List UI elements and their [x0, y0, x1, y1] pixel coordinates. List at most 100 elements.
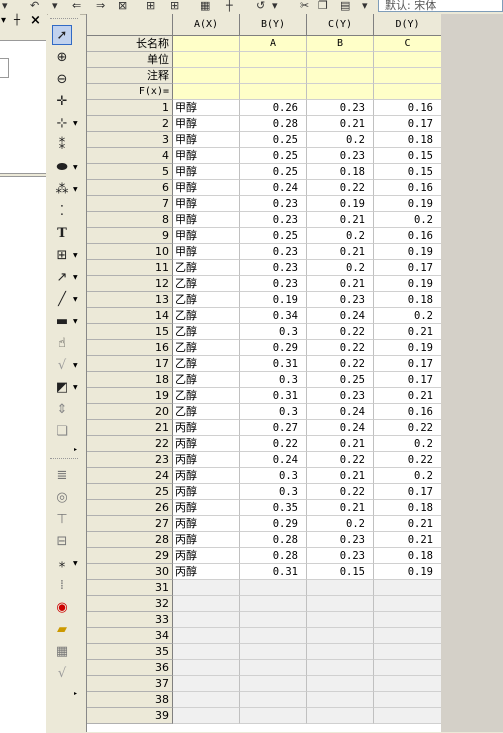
- table-cell[interactable]: [374, 580, 442, 596]
- row-header[interactable]: 3: [87, 132, 173, 148]
- table-cell[interactable]: 0.24: [307, 404, 374, 420]
- table-cell[interactable]: 0.21: [307, 276, 374, 292]
- table-cell[interactable]: 乙醇: [173, 356, 240, 372]
- dropdown-icon[interactable]: ▾: [272, 0, 278, 12]
- table-cell[interactable]: [173, 596, 240, 612]
- row-header[interactable]: 39: [87, 708, 173, 724]
- table-cell[interactable]: 乙醇: [173, 404, 240, 420]
- table-cell[interactable]: 0.16: [374, 180, 442, 196]
- mask-icon[interactable]: ⁂: [52, 180, 72, 200]
- row-header[interactable]: 26: [87, 500, 173, 516]
- data-reader-icon[interactable]: ⁑: [52, 136, 72, 156]
- add-icon[interactable]: ⊞: [170, 0, 179, 12]
- table-cell[interactable]: [374, 644, 442, 660]
- table-cell[interactable]: [307, 628, 374, 644]
- row-header[interactable]: 31: [87, 580, 173, 596]
- meta-row-header[interactable]: F(x)=: [87, 84, 173, 100]
- row-header[interactable]: 6: [87, 180, 173, 196]
- table-cell[interactable]: 乙醇: [173, 308, 240, 324]
- table-cell[interactable]: 0.19: [374, 340, 442, 356]
- meta-cell[interactable]: [307, 68, 374, 84]
- table-cell[interactable]: 0.25: [240, 148, 307, 164]
- table-cell[interactable]: 0.2: [307, 132, 374, 148]
- table-cell[interactable]: 0.19: [374, 564, 442, 580]
- table-cell[interactable]: 0.21: [307, 500, 374, 516]
- dropdown-icon[interactable]: ▼: [73, 252, 78, 259]
- folder-icon[interactable]: ▰: [52, 620, 72, 640]
- table-cell[interactable]: 丙醇: [173, 516, 240, 532]
- row-header[interactable]: 28: [87, 532, 173, 548]
- text-icon[interactable]: T: [52, 224, 72, 244]
- table-cell[interactable]: 0.2: [307, 516, 374, 532]
- copy-icon[interactable]: ❐: [318, 0, 328, 12]
- table-cell[interactable]: 0.23: [240, 212, 307, 228]
- table-cell[interactable]: 0.19: [240, 292, 307, 308]
- dropdown-icon[interactable]: ▼: [73, 384, 78, 391]
- sqrt-icon[interactable]: √: [52, 664, 72, 684]
- table-cell[interactable]: 0.19: [374, 276, 442, 292]
- arrow-left-icon[interactable]: ⇐: [72, 0, 81, 12]
- meta-cell[interactable]: [173, 36, 240, 52]
- table-cell[interactable]: [240, 612, 307, 628]
- overflow-icon[interactable]: ▸: [74, 446, 77, 453]
- table-cell[interactable]: 乙醇: [173, 340, 240, 356]
- table-cell[interactable]: 0.34: [240, 308, 307, 324]
- row-header[interactable]: 24: [87, 468, 173, 484]
- table-cell[interactable]: [374, 628, 442, 644]
- table2-icon[interactable]: ▦: [52, 642, 72, 662]
- table-cell[interactable]: [307, 644, 374, 660]
- row-header[interactable]: 15: [87, 324, 173, 340]
- dropdown-icon[interactable]: ▾: [1, 15, 6, 27]
- table-cell[interactable]: [307, 596, 374, 612]
- table-cell[interactable]: 乙醇: [173, 276, 240, 292]
- meta-cell[interactable]: [374, 68, 442, 84]
- dropdown-icon[interactable]: ▼: [73, 186, 78, 193]
- table-cell[interactable]: [173, 628, 240, 644]
- table-cell[interactable]: 0.22: [307, 356, 374, 372]
- table-cell[interactable]: 乙醇: [173, 388, 240, 404]
- table-cell[interactable]: [240, 596, 307, 612]
- table-cell[interactable]: 0.16: [374, 404, 442, 420]
- row-header[interactable]: 22: [87, 436, 173, 452]
- table-cell[interactable]: 甲醇: [173, 212, 240, 228]
- font-combo[interactable]: 默认: 宋体: [378, 0, 503, 12]
- table-cell[interactable]: [173, 708, 240, 724]
- table-cell[interactable]: 丙醇: [173, 548, 240, 564]
- row-header[interactable]: 35: [87, 644, 173, 660]
- row-header[interactable]: 25: [87, 484, 173, 500]
- column-icon[interactable]: ⊟: [52, 532, 72, 552]
- table-cell[interactable]: 丙醇: [173, 436, 240, 452]
- table-cell[interactable]: 丙醇: [173, 564, 240, 580]
- table-cell[interactable]: 甲醇: [173, 164, 240, 180]
- table-cell[interactable]: 0.21: [307, 436, 374, 452]
- table-cell[interactable]: 0.19: [374, 196, 442, 212]
- dropdown-icon[interactable]: ▼: [73, 362, 78, 369]
- table-cell[interactable]: 0.29: [240, 516, 307, 532]
- meta-cell[interactable]: [240, 84, 307, 100]
- formula2-icon[interactable]: ⁎: [52, 554, 72, 574]
- formula-icon[interactable]: √: [52, 356, 72, 376]
- meta-cell[interactable]: [307, 52, 374, 68]
- row-header[interactable]: 17: [87, 356, 173, 372]
- table-cell[interactable]: 0.23: [240, 260, 307, 276]
- dropdown-icon[interactable]: ▾: [52, 0, 58, 12]
- row-header[interactable]: 18: [87, 372, 173, 388]
- table-cell[interactable]: 0.21: [374, 532, 442, 548]
- grid-icon[interactable]: ⁞: [52, 576, 72, 596]
- table-cell[interactable]: 0.23: [240, 276, 307, 292]
- table-cell[interactable]: 0.24: [307, 308, 374, 324]
- table-cell[interactable]: [307, 660, 374, 676]
- row-header[interactable]: 23: [87, 452, 173, 468]
- table-cell[interactable]: 甲醇: [173, 228, 240, 244]
- table-cell[interactable]: 0.18: [374, 548, 442, 564]
- grid-corner[interactable]: [87, 14, 173, 36]
- toolbar-grip[interactable]: [50, 18, 78, 21]
- table-cell[interactable]: 甲醇: [173, 132, 240, 148]
- table-cell[interactable]: [307, 612, 374, 628]
- row-header[interactable]: 8: [87, 212, 173, 228]
- table-cell[interactable]: 0.3: [240, 324, 307, 340]
- hand-icon[interactable]: ☝: [52, 334, 72, 354]
- toolbar-grip[interactable]: [50, 458, 78, 461]
- table-cell[interactable]: 0.23: [307, 548, 374, 564]
- table-cell[interactable]: 0.22: [307, 180, 374, 196]
